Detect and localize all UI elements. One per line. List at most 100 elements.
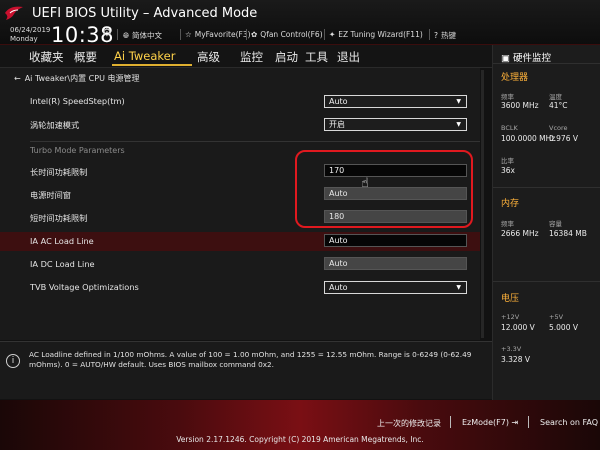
footer-bar: 上一次的修改记录 EzMode(F7) ⇥ Search on FAQ Vers… bbox=[0, 400, 600, 450]
footer-divider bbox=[528, 416, 529, 428]
mem-freq-label: 频率 bbox=[501, 220, 514, 228]
speedstep-value: Auto bbox=[329, 97, 348, 106]
breadcrumb-path: Ai Tweaker\内置 CPU 电源管理 bbox=[24, 74, 140, 83]
globe-icon: 🌐︎ bbox=[123, 31, 129, 40]
app-title: UEFI BIOS Utility – Advanced Mode bbox=[32, 6, 258, 21]
monitor-divider bbox=[493, 187, 600, 188]
scrollbar[interactable] bbox=[481, 70, 484, 338]
power-window-label: 电源时间窗 bbox=[30, 190, 71, 200]
version-text: Version 2.17.1246. Copyright (C) 2019 Am… bbox=[176, 435, 424, 444]
tab-favorites[interactable]: 收藏夹 bbox=[29, 49, 64, 65]
cpu-freq-label: 频率 bbox=[501, 93, 514, 101]
ratio-value: 36x bbox=[501, 166, 515, 175]
toolbar-divider bbox=[180, 29, 181, 40]
header-bar: UEFI BIOS Utility – Advanced Mode 06/24/… bbox=[0, 0, 600, 47]
active-tab-indicator bbox=[112, 64, 192, 66]
v12-label: +12V bbox=[501, 313, 520, 321]
vcore-value: 0.976 V bbox=[549, 134, 578, 143]
myfavorite-label: MyFavorite(F3) bbox=[194, 30, 251, 39]
voltage-section-title: 电压 bbox=[501, 294, 520, 304]
ia-ac-loadline-label: IA AC Load Line bbox=[30, 236, 94, 246]
ratio-label: 比率 bbox=[501, 157, 514, 165]
tab-advanced[interactable]: 高级 bbox=[197, 49, 220, 65]
ezmode-label: EzMode(F7) bbox=[462, 418, 509, 427]
question-icon: ? bbox=[434, 31, 438, 40]
tvb-voltage-value: Auto bbox=[329, 283, 348, 292]
hotkeys-button[interactable]: ? 热键 bbox=[434, 30, 456, 41]
qfan-control-button[interactable]: ✿ Qfan Control(F6) bbox=[251, 30, 323, 39]
fan-icon: ✿ bbox=[251, 30, 258, 39]
tab-ai-tweaker[interactable]: Ai Tweaker bbox=[114, 49, 175, 63]
turbo-mode-label: 涡轮加速模式 bbox=[30, 120, 80, 130]
back-arrow-icon[interactable]: ← bbox=[14, 74, 21, 83]
tab-tool[interactable]: 工具 bbox=[305, 49, 328, 65]
turbo-mode-value: 开启 bbox=[329, 120, 345, 129]
ia-dc-loadline-label: IA DC Load Line bbox=[30, 259, 95, 269]
bclk-value: 100.0000 MHz bbox=[501, 134, 556, 143]
language-button[interactable]: 🌐︎ 简体中文 bbox=[123, 30, 162, 41]
breadcrumb[interactable]: ← Ai Tweaker\内置 CPU 电源管理 bbox=[14, 73, 139, 84]
last-modified-button[interactable]: 上一次的修改记录 bbox=[377, 418, 441, 429]
myfavorite-button[interactable]: ☆ MyFavorite(F3) bbox=[185, 30, 251, 39]
speedstep-select[interactable]: Auto ▼ bbox=[324, 95, 467, 108]
section-divider bbox=[30, 141, 480, 142]
speedstep-label: Intel(R) SpeedStep(tm) bbox=[30, 96, 125, 106]
main-menu-bar: 收藏夹 概要 Ai Tweaker 高级 监控 启动 工具 退出 bbox=[0, 45, 492, 68]
v33-value: 3.328 V bbox=[501, 355, 530, 364]
v5-label: +5V bbox=[549, 313, 564, 321]
v33-label: +3.3V bbox=[501, 345, 522, 353]
cpu-temp-label: 温度 bbox=[549, 93, 562, 101]
info-icon: i bbox=[6, 354, 20, 368]
search-faq-button[interactable]: Search on FAQ bbox=[540, 418, 598, 427]
weekday-display: Monday bbox=[10, 35, 38, 43]
turbo-mode-select[interactable]: 开启 ▼ bbox=[324, 118, 467, 131]
ez-tuning-label: EZ Tuning Wizard(F11) bbox=[338, 30, 423, 39]
cpu-section-title: 处理器 bbox=[501, 73, 529, 83]
tab-monitor[interactable]: 监控 bbox=[240, 49, 263, 65]
mem-freq-value: 2666 MHz bbox=[501, 229, 539, 238]
ia-dc-loadline-input[interactable]: Auto bbox=[324, 257, 467, 270]
footer-divider bbox=[450, 416, 451, 428]
hardware-monitor-panel: ▣ 硬件监控 处理器 频率 温度 3600 MHz 41°C BCLK Vcor… bbox=[492, 45, 600, 400]
v12-value: 12.000 V bbox=[501, 323, 535, 332]
mem-capacity-value: 16384 MB bbox=[549, 229, 587, 238]
help-text: AC Loadline defined in 1/100 mOhms. A va… bbox=[29, 350, 472, 369]
tab-boot[interactable]: 启动 bbox=[275, 49, 298, 65]
rog-logo-icon bbox=[5, 6, 23, 20]
hotkeys-label: 热键 bbox=[440, 31, 456, 40]
cpu-freq-value: 3600 MHz bbox=[501, 101, 539, 110]
tab-exit[interactable]: 退出 bbox=[337, 49, 360, 65]
turbo-params-title: Turbo Mode Parameters bbox=[30, 146, 125, 155]
qfan-label: Qfan Control(F6) bbox=[260, 30, 323, 39]
chevron-down-icon: ▼ bbox=[456, 98, 461, 105]
tab-main[interactable]: 概要 bbox=[74, 49, 97, 65]
long-power-limit-label: 长时间功耗限制 bbox=[30, 167, 88, 177]
monitor-title: ▣ 硬件监控 bbox=[501, 50, 551, 64]
vcore-label: Vcore bbox=[549, 124, 568, 132]
ia-ac-loadline-input[interactable]: Auto bbox=[324, 234, 467, 247]
toolbar-divider bbox=[429, 29, 430, 40]
toolbar-divider bbox=[246, 29, 247, 40]
tvb-voltage-select[interactable]: Auto ▼ bbox=[324, 281, 467, 294]
ezmode-button[interactable]: EzMode(F7) ⇥ bbox=[462, 418, 518, 427]
date-display: 06/24/2019 bbox=[10, 26, 51, 34]
ez-tuning-wizard-button[interactable]: ✦ EZ Tuning Wizard(F11) bbox=[329, 30, 423, 39]
language-label: 简体中文 bbox=[132, 31, 162, 40]
gear-icon[interactable]: ⚙ bbox=[102, 26, 112, 39]
tvb-voltage-label: TVB Voltage Optimizations bbox=[30, 282, 139, 292]
cpu-temp-value: 41°C bbox=[549, 101, 568, 110]
exit-arrow-icon: ⇥ bbox=[508, 418, 519, 427]
monitor-divider bbox=[493, 63, 600, 64]
memory-section-title: 内存 bbox=[501, 199, 520, 209]
star-icon: ☆ bbox=[185, 30, 192, 39]
toolbar-divider bbox=[117, 29, 118, 40]
toolbar-divider bbox=[324, 29, 325, 40]
short-power-limit-label: 短时间功耗限制 bbox=[30, 213, 88, 223]
v5-value: 5.000 V bbox=[549, 323, 578, 332]
wand-icon: ✦ bbox=[329, 30, 336, 39]
chevron-down-icon: ▼ bbox=[456, 121, 461, 128]
hand-cursor-icon: ☝ bbox=[361, 176, 369, 191]
help-panel: i AC Loadline defined in 1/100 mOhms. A … bbox=[0, 341, 492, 399]
bclk-label: BCLK bbox=[501, 124, 518, 132]
chevron-down-icon: ▼ bbox=[456, 284, 461, 291]
